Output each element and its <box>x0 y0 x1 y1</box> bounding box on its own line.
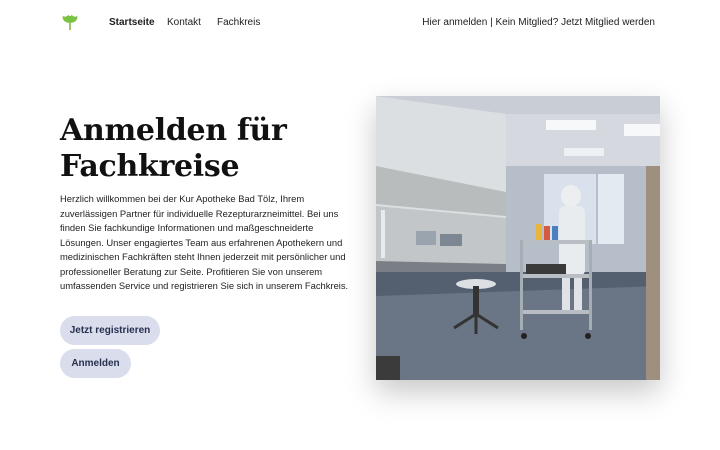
page-title-line-1: Anmelden für <box>60 113 287 148</box>
login-button[interactable]: Anmelden <box>60 349 131 378</box>
ginkgo-leaf-icon[interactable] <box>61 13 79 31</box>
register-membership-link[interactable]: Jetzt Mitglied werden <box>561 17 655 28</box>
nav-link-kontakt[interactable]: Kontakt <box>167 17 201 28</box>
page-title: Anmelden für Fachkreise <box>60 113 350 185</box>
register-button[interactable]: Jetzt registrieren <box>60 316 160 345</box>
auth-links: Hier anmelden | Kein Mitglied? Jetzt Mit… <box>422 17 655 28</box>
page-title-line-2: Fachkreise <box>60 149 240 184</box>
nav-link-startseite[interactable]: Startseite <box>109 17 155 28</box>
intro-paragraph: Herzlich willkommen bei der Kur Apotheke… <box>60 193 349 291</box>
nav-link-fachkreis[interactable]: Fachkreis <box>217 17 260 28</box>
membership-question: Kein Mitglied? <box>495 17 562 28</box>
cleanroom-lab-photo <box>376 96 660 380</box>
login-link[interactable]: Hier anmelden <box>422 17 487 28</box>
top-navigation: Startseite Kontakt Fachkreis Hier anmeld… <box>0 0 720 46</box>
